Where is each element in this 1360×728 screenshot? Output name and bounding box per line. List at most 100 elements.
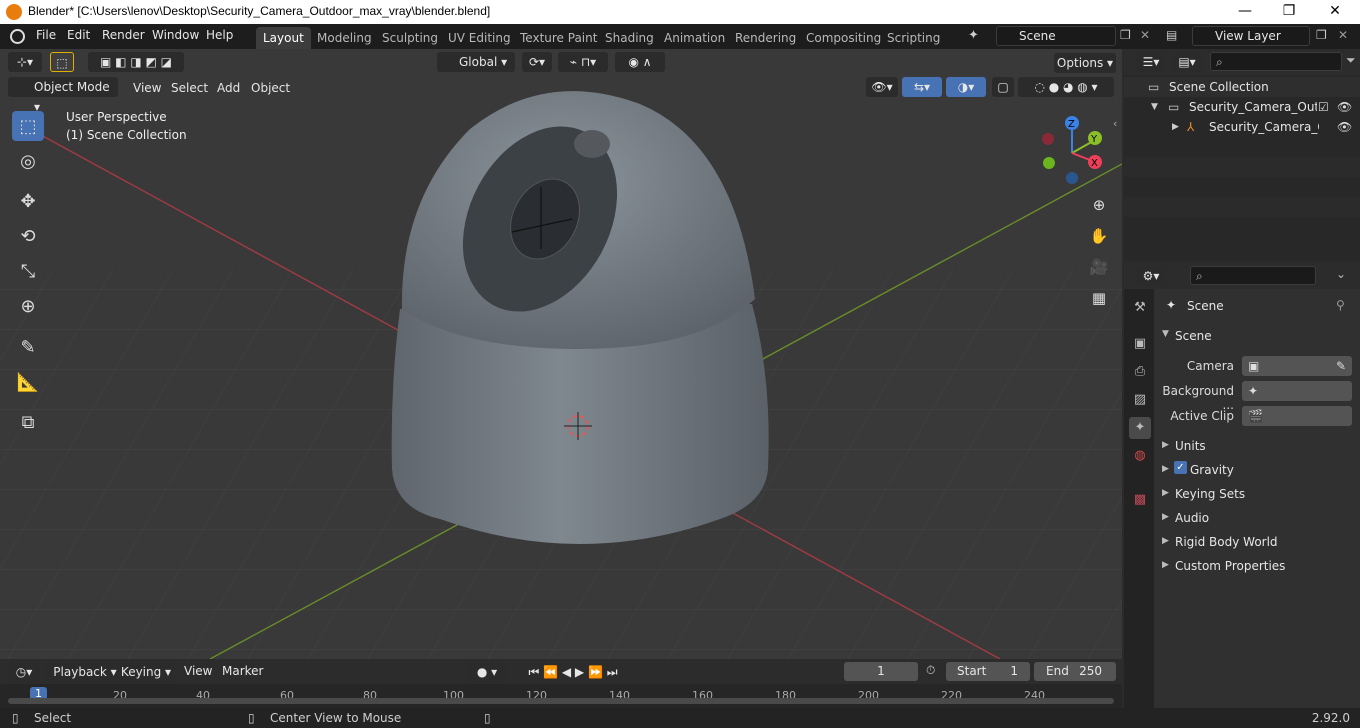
collapse-icon[interactable]: ▼ [1151, 97, 1158, 117]
properties-options-icon[interactable]: ⌄ [1336, 267, 1346, 281]
close-button[interactable]: ✕ [1312, 0, 1358, 24]
start-frame-field[interactable]: Start 1 [946, 662, 1030, 681]
keying-sets-panel-header[interactable]: Keying Sets [1175, 487, 1245, 501]
view-layer-selector[interactable]: View Layer [1192, 26, 1310, 46]
pivot-point-button[interactable]: ⟳▾ [522, 52, 552, 72]
mode-select[interactable]: Object Mode ▾ [8, 77, 118, 114]
tool-measure-icon[interactable]: 📐 [12, 367, 44, 397]
custom-properties-panel-header[interactable]: Custom Properties [1175, 559, 1285, 573]
outliner-row-object[interactable]: ▶ ⅄ Security_Camera_Ou 👁 [1124, 117, 1360, 137]
menu-window[interactable]: Window [152, 28, 199, 42]
keying-menu[interactable]: Keying ▾ [118, 662, 174, 682]
tab-texture-paint[interactable]: Texture Paint [513, 27, 604, 49]
tool-cursor-icon[interactable]: ◎ [12, 146, 44, 176]
exclude-checkbox-icon[interactable]: ☑ [1318, 97, 1329, 117]
camera-field[interactable]: ▣ ✎ [1242, 356, 1352, 376]
new-scene-icon[interactable]: ❐ [1120, 28, 1131, 42]
rigid-body-world-panel-header[interactable]: Rigid Body World [1175, 535, 1278, 549]
timeline-view-menu[interactable]: View [184, 664, 212, 678]
pan-hand-icon[interactable]: ✋ [1086, 223, 1112, 249]
audio-expand-icon[interactable]: ▶ [1162, 512, 1169, 522]
eyedropper-icon[interactable]: ✎ [1336, 356, 1346, 376]
view-layer-tab-icon[interactable]: ▨ [1129, 389, 1151, 411]
tab-sculpting[interactable]: Sculpting [375, 27, 445, 49]
outliner-search-input[interactable]: ⌕ [1210, 52, 1342, 71]
selection-mode-buttons[interactable]: ▣ ◧ ◨ ◩ ◪ [88, 52, 184, 72]
minimize-button[interactable]: — [1222, 0, 1268, 24]
shading-mode-buttons[interactable]: ◌ ● ◕ ◍ ▾ [1018, 77, 1114, 97]
world-tab-icon[interactable]: ◍ [1129, 445, 1151, 467]
gizmo-neg-z-icon[interactable] [1066, 172, 1078, 184]
tool-rotate-icon[interactable]: ⟲ [12, 221, 44, 251]
outliner-editor-type-icon[interactable]: ☰▾ [1136, 52, 1166, 72]
gravity-panel-header[interactable]: Gravity [1190, 463, 1234, 477]
display-mode-icon[interactable]: ▤▾ [1172, 52, 1202, 72]
navigation-gizmo[interactable]: Z Y X [1036, 115, 1116, 187]
tab-layout[interactable]: Layout [256, 27, 311, 49]
tool-transform-icon[interactable]: ⊕ [12, 291, 44, 321]
output-tab-icon[interactable]: ⎙ [1129, 361, 1151, 383]
timeline-ruler[interactable]: 1 20 40 60 80 100 120 140 160 180 200 22… [0, 684, 1122, 708]
tool-move-icon[interactable]: ✥ [12, 186, 44, 216]
current-frame-field[interactable]: 1 [844, 662, 918, 681]
menu-view[interactable]: View [133, 81, 161, 95]
select-tool-button[interactable]: ⬚ [50, 52, 74, 72]
menu-help[interactable]: Help [206, 28, 233, 42]
auto-keying-button[interactable]: ● ▾ [468, 662, 506, 682]
end-frame-field[interactable]: End 250 [1034, 662, 1116, 681]
menu-edit[interactable]: Edit [67, 28, 90, 42]
scene-panel-header[interactable]: Scene [1175, 329, 1212, 343]
tool-tab-icon[interactable]: ⚒ [1129, 297, 1151, 319]
outliner-row-collection[interactable]: ▼ ▭ Security_Camera_Outdoo ☑ 👁 [1124, 97, 1360, 117]
gizmo-neg-y-icon[interactable] [1043, 157, 1055, 169]
properties-search-input[interactable]: ⌕ [1190, 266, 1316, 285]
gizmo-neg-x-icon[interactable] [1042, 133, 1054, 145]
3d-viewport[interactable]: ⊹▾ ⬚ ▣ ◧ ◨ ◩ ◪ Global ▾ ⟳▾ ⌁ ⊓▾ ◉ ∧ Opti… [0, 49, 1122, 659]
menu-object[interactable]: Object [251, 81, 290, 95]
tab-animation[interactable]: Animation [657, 27, 732, 49]
tab-shading[interactable]: Shading [598, 27, 661, 49]
tab-rendering[interactable]: Rendering [728, 27, 803, 49]
ortho-grid-icon[interactable]: ▦ [1086, 285, 1112, 311]
new-view-layer-icon[interactable]: ❐ [1316, 28, 1327, 42]
timeline-editor-type-icon[interactable]: ◷▾ [8, 662, 40, 682]
menu-file[interactable]: File [36, 28, 56, 42]
playback-menu[interactable]: Playback ▾ [46, 662, 124, 682]
tab-uv-editing[interactable]: UV Editing [441, 27, 518, 49]
audio-panel-header[interactable]: Audio [1175, 511, 1209, 525]
active-clip-field[interactable]: 🎬 [1242, 406, 1352, 426]
texture-tab-icon[interactable]: ▩ [1129, 489, 1151, 511]
scene-panel-collapse-icon[interactable]: ▼ [1162, 329, 1169, 339]
tab-modeling[interactable]: Modeling [310, 27, 379, 49]
custom-props-expand-icon[interactable]: ▶ [1162, 560, 1169, 570]
menu-render[interactable]: Render [102, 28, 145, 42]
keying-sets-expand-icon[interactable]: ▶ [1162, 488, 1169, 498]
outliner-row-scene-collection[interactable]: ▭ Scene Collection [1124, 77, 1360, 97]
rigid-body-expand-icon[interactable]: ▶ [1162, 536, 1169, 546]
scene-selector[interactable]: Scene [996, 26, 1116, 46]
snap-toggle-button[interactable]: ⌁ ⊓▾ [558, 52, 608, 72]
gravity-expand-icon[interactable]: ▶ [1162, 464, 1169, 474]
overlay-toggle-button[interactable]: ◑▾ [946, 77, 986, 97]
units-panel-header[interactable]: Units [1175, 439, 1206, 453]
delete-scene-icon[interactable]: ✕ [1140, 28, 1150, 42]
options-button[interactable]: Options ▾ [1054, 53, 1116, 73]
xray-toggle-button[interactable]: ▢ [992, 77, 1014, 97]
transform-orientation-select[interactable]: Global ▾ [437, 52, 515, 72]
delete-view-layer-icon[interactable]: ✕ [1338, 28, 1348, 42]
expand-icon[interactable]: ▶ [1172, 117, 1179, 137]
background-scene-field[interactable]: ✦ [1242, 381, 1352, 401]
render-tab-icon[interactable]: ▣ [1129, 333, 1151, 355]
visibility-button[interactable]: 👁▾ [866, 77, 898, 97]
tool-scale-icon[interactable]: ⤡ [12, 256, 44, 286]
object-visibility-eye-icon[interactable]: 👁 [1337, 117, 1352, 137]
tool-add-cube-icon[interactable]: ⧉ [12, 407, 44, 437]
visibility-eye-icon[interactable]: 👁 [1337, 97, 1352, 117]
editor-type-button[interactable]: ⊹▾ [8, 52, 42, 72]
proportional-edit-button[interactable]: ◉ ∧ [615, 52, 665, 72]
filter-icon[interactable]: ⏷ [1346, 53, 1356, 68]
gravity-checkbox[interactable]: ✓ [1174, 461, 1187, 474]
pin-icon[interactable]: ⚲ [1336, 298, 1345, 312]
camera-view-icon[interactable]: 🎥 [1086, 254, 1112, 280]
blender-menu-icon[interactable] [10, 29, 25, 44]
